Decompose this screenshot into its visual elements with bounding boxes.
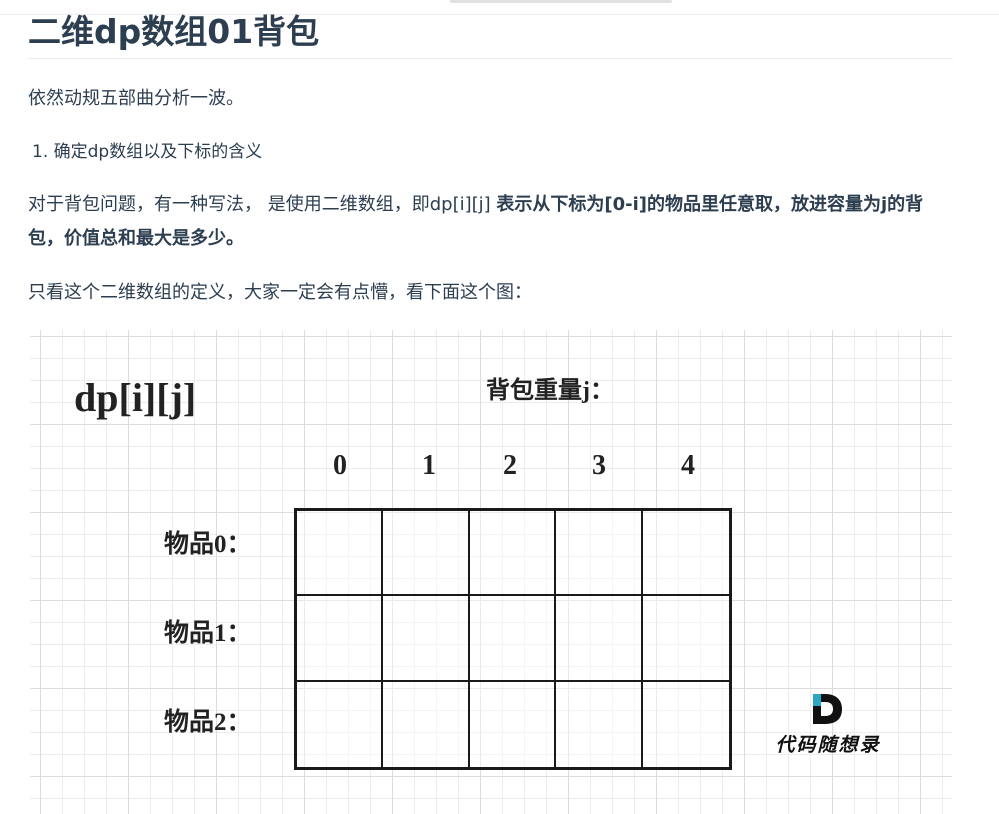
- scroll-handle[interactable]: [450, 0, 672, 3]
- table-cell: [470, 681, 557, 767]
- table-cell: [297, 511, 384, 597]
- logo-d-icon: [813, 694, 842, 724]
- list-item-step1: 1. 确定dp数组以及下标的含义: [32, 135, 262, 169]
- table-cell: [556, 681, 643, 767]
- table-cell: [383, 596, 470, 682]
- row-label-1: 物品1：: [164, 620, 252, 647]
- table-cell: [469, 596, 557, 682]
- definition-text: 对于背包问题，有一种写法， 是使用二维数组，即dp[i][j]: [28, 194, 497, 215]
- table-cell: [469, 511, 557, 597]
- table-cell: [643, 682, 729, 767]
- watermark-logo: 代码随想录: [758, 692, 898, 762]
- heading-divider: [28, 58, 953, 59]
- table-cell: [383, 681, 470, 767]
- definition-paragraph: 对于背包问题，有一种写法， 是使用二维数组，即dp[i][j] 表示从下标为[0…: [28, 188, 953, 256]
- column-header-1: 1: [422, 450, 436, 481]
- column-header-4: 4: [681, 450, 695, 481]
- dp-label: dp[i][j]: [74, 375, 197, 420]
- table-cell: [556, 511, 643, 597]
- logo-text: 代码随想录: [775, 734, 881, 756]
- table-cell: [642, 511, 729, 597]
- column-header-3: 3: [592, 450, 606, 481]
- row-label-0: 物品0：: [164, 531, 252, 558]
- dp-table: [294, 508, 732, 770]
- intro-paragraph: 依然动规五部曲分析一波。: [28, 88, 244, 109]
- weight-label: 背包重量j：: [486, 378, 614, 404]
- table-cell: [297, 596, 384, 682]
- table-cell: [383, 511, 470, 597]
- section-heading: 二维dp数组01背包: [28, 12, 320, 51]
- look-paragraph: 只看这个二维数组的定义，大家一定会有点懵，看下面这个图：: [28, 282, 532, 303]
- table-cell: [642, 596, 729, 682]
- table-cell: [556, 596, 643, 682]
- list-number: 1.: [32, 142, 49, 162]
- column-header-2: 2: [503, 450, 517, 481]
- column-header-0: 0: [333, 450, 347, 481]
- table-cell: [297, 681, 384, 767]
- list-text: 确定dp数组以及下标的含义: [53, 142, 263, 162]
- dp-table-figure: dp[i][j] 背包重量j： 0 1 2 3 4 物品0： 物品1： 物品2：…: [30, 330, 952, 814]
- row-label-2: 物品2：: [164, 709, 252, 736]
